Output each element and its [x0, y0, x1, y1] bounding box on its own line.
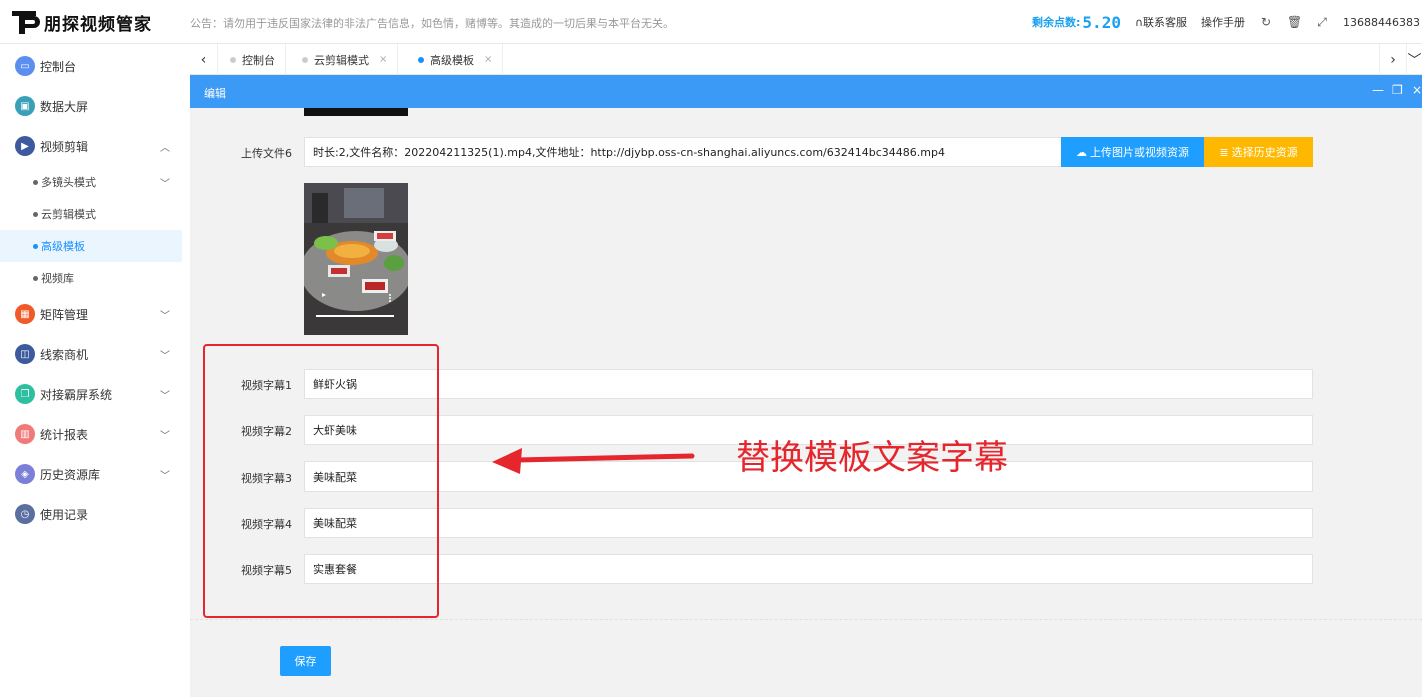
- sidebar-subitem-cloud-edit[interactable]: 云剪辑模式: [0, 198, 190, 230]
- subtitle-5-input[interactable]: 实惠套餐: [304, 554, 1313, 584]
- user-phone[interactable]: 13688446383: [1343, 16, 1420, 29]
- list-icon: ≣: [1219, 145, 1229, 159]
- tab-console[interactable]: 控制台: [220, 44, 286, 75]
- app-name: 朋探视频管家: [44, 14, 152, 35]
- upload-file-field[interactable]: 时长:2,文件名称：202204211325(1).mp4,文件地址：http:…: [304, 137, 1062, 167]
- sidebar-item-data-screen[interactable]: ▣ 数据大屏: [0, 86, 190, 126]
- logo[interactable]: 朋探视频管家: [10, 8, 152, 36]
- clock-icon: ◷: [15, 504, 35, 524]
- sidebar-item-screen-system[interactable]: ❐ 对接霸屏系统 ﹀: [0, 374, 190, 414]
- sidebar-subitem-multi-camera[interactable]: 多镜头模式 ﹀: [0, 166, 190, 198]
- close-icon[interactable]: ×: [484, 54, 492, 65]
- annotation-highlight-box: [203, 344, 439, 618]
- maximize-icon[interactable]: ❐: [1392, 83, 1403, 97]
- points-label: 剩余点数:: [1032, 16, 1081, 29]
- cloud-upload-icon: ☁: [1076, 145, 1087, 159]
- bullet-icon: [33, 275, 38, 281]
- annotation-text: 替换模板文案字幕: [736, 438, 1008, 478]
- upload-resource-button[interactable]: ☁ 上传图片或视频资源: [1061, 137, 1204, 167]
- tab-dot-icon: [418, 56, 424, 63]
- tab-dot-icon: [302, 56, 308, 63]
- chevron-down-icon: ﹀: [160, 351, 170, 362]
- manual-link[interactable]: 操作手册: [1201, 14, 1245, 30]
- chevron-down-icon: ﹀: [160, 311, 170, 322]
- minimize-icon[interactable]: —: [1372, 83, 1384, 97]
- sidebar: ▭ 控制台 ▣ 数据大屏 ▶ 视频剪辑 ︿ 多镜头模式 ﹀ 云剪辑模式 高级模板…: [0, 44, 190, 697]
- dialog-header: 编辑 — ❐ ×: [190, 75, 1422, 108]
- sidebar-item-usage-log[interactable]: ◷ 使用记录: [0, 494, 190, 534]
- close-icon[interactable]: ×: [1412, 83, 1422, 97]
- sidebar-item-reports[interactable]: ▥ 统计报表 ﹀: [0, 414, 190, 454]
- close-icon[interactable]: ×: [379, 54, 387, 65]
- fullscreen-icon[interactable]: ⤢: [1315, 15, 1329, 30]
- headset-icon: ∩: [1134, 16, 1144, 29]
- logo-mark: [10, 8, 40, 36]
- divider: [190, 619, 1422, 620]
- monitor-icon: ▭: [15, 56, 35, 76]
- bullet-icon: [33, 243, 38, 249]
- sidebar-item-history-library[interactable]: ◈ 历史资源库 ﹀: [0, 454, 190, 494]
- notice-text: 公告：请勿用于违反国家法律的非法广告信息，如色情，赌博等。其造成的一切后果与本平…: [190, 17, 674, 30]
- tab-bar: ‹ 控制台 云剪辑模式 × 高级模板 × › ﹀: [190, 44, 1422, 75]
- sidebar-item-console[interactable]: ▭ 控制台: [0, 46, 190, 86]
- top-right-toolbar: 剩余点数: 5.20 ∩联系客服 操作手册 ↻ 🗑 ⤢ 13688446383: [1032, 0, 1422, 44]
- sidebar-subitem-advanced-template[interactable]: 高级模板: [0, 230, 182, 262]
- save-button[interactable]: 保存: [280, 646, 331, 676]
- tab-scroll-right-icon[interactable]: ›: [1379, 44, 1407, 75]
- sidebar-item-leads[interactable]: ◫ 线索商机 ﹀: [0, 334, 190, 374]
- contact-service-link[interactable]: ∩联系客服: [1135, 14, 1187, 30]
- top-bar: 朋探视频管家 公告：请勿用于违反国家法律的非法广告信息，如色情，赌博等。其造成的…: [0, 0, 1422, 44]
- chevron-down-icon: ﹀: [160, 431, 170, 442]
- subtitle-4-input[interactable]: 美味配菜: [304, 508, 1313, 538]
- sidebar-item-video-edit[interactable]: ▶ 视频剪辑 ︿: [0, 126, 190, 166]
- chevron-down-icon: ﹀: [160, 471, 170, 482]
- dialog-title: 编辑: [204, 87, 226, 100]
- subtitle-1-input[interactable]: 鲜虾火锅: [304, 369, 1313, 399]
- annotation-arrow-icon: [492, 448, 695, 474]
- refresh-icon[interactable]: ↻: [1259, 15, 1273, 29]
- video-icon: ▶: [15, 136, 35, 156]
- copy-icon: ❐: [15, 384, 35, 404]
- tab-scroll-left-icon[interactable]: ‹: [190, 44, 218, 75]
- sidebar-subitem-video-library[interactable]: 视频库: [0, 262, 190, 294]
- chevron-down-icon: ﹀: [160, 179, 170, 190]
- bullet-icon: [33, 179, 38, 185]
- history-resource-button[interactable]: ≣ 选择历史资源: [1204, 137, 1313, 167]
- tab-cloud-edit[interactable]: 云剪辑模式 ×: [292, 44, 399, 75]
- tab-dot-icon: [230, 56, 236, 63]
- matrix-icon: ▦: [15, 304, 35, 324]
- screen-icon: ▣: [15, 96, 35, 116]
- chart-icon: ◫: [15, 344, 35, 364]
- tab-advanced-template[interactable]: 高级模板 ×: [408, 44, 504, 75]
- video-preview[interactable]: [304, 183, 408, 335]
- chevron-up-icon: ︿: [160, 143, 170, 154]
- upload-label: 上传文件6: [241, 147, 292, 160]
- points-value: 5.20: [1082, 12, 1121, 32]
- bar-chart-icon: ▥: [15, 424, 35, 444]
- trash-icon[interactable]: 🗑: [1287, 15, 1302, 29]
- previous-video-thumbnail: [304, 108, 408, 116]
- layers-icon: ◈: [15, 464, 35, 484]
- bullet-icon: [33, 211, 38, 217]
- chevron-down-icon: ﹀: [160, 391, 170, 402]
- tab-menu-chevron-icon[interactable]: ﹀: [1407, 44, 1422, 75]
- sidebar-item-matrix[interactable]: ▦ 矩阵管理 ﹀: [0, 294, 190, 334]
